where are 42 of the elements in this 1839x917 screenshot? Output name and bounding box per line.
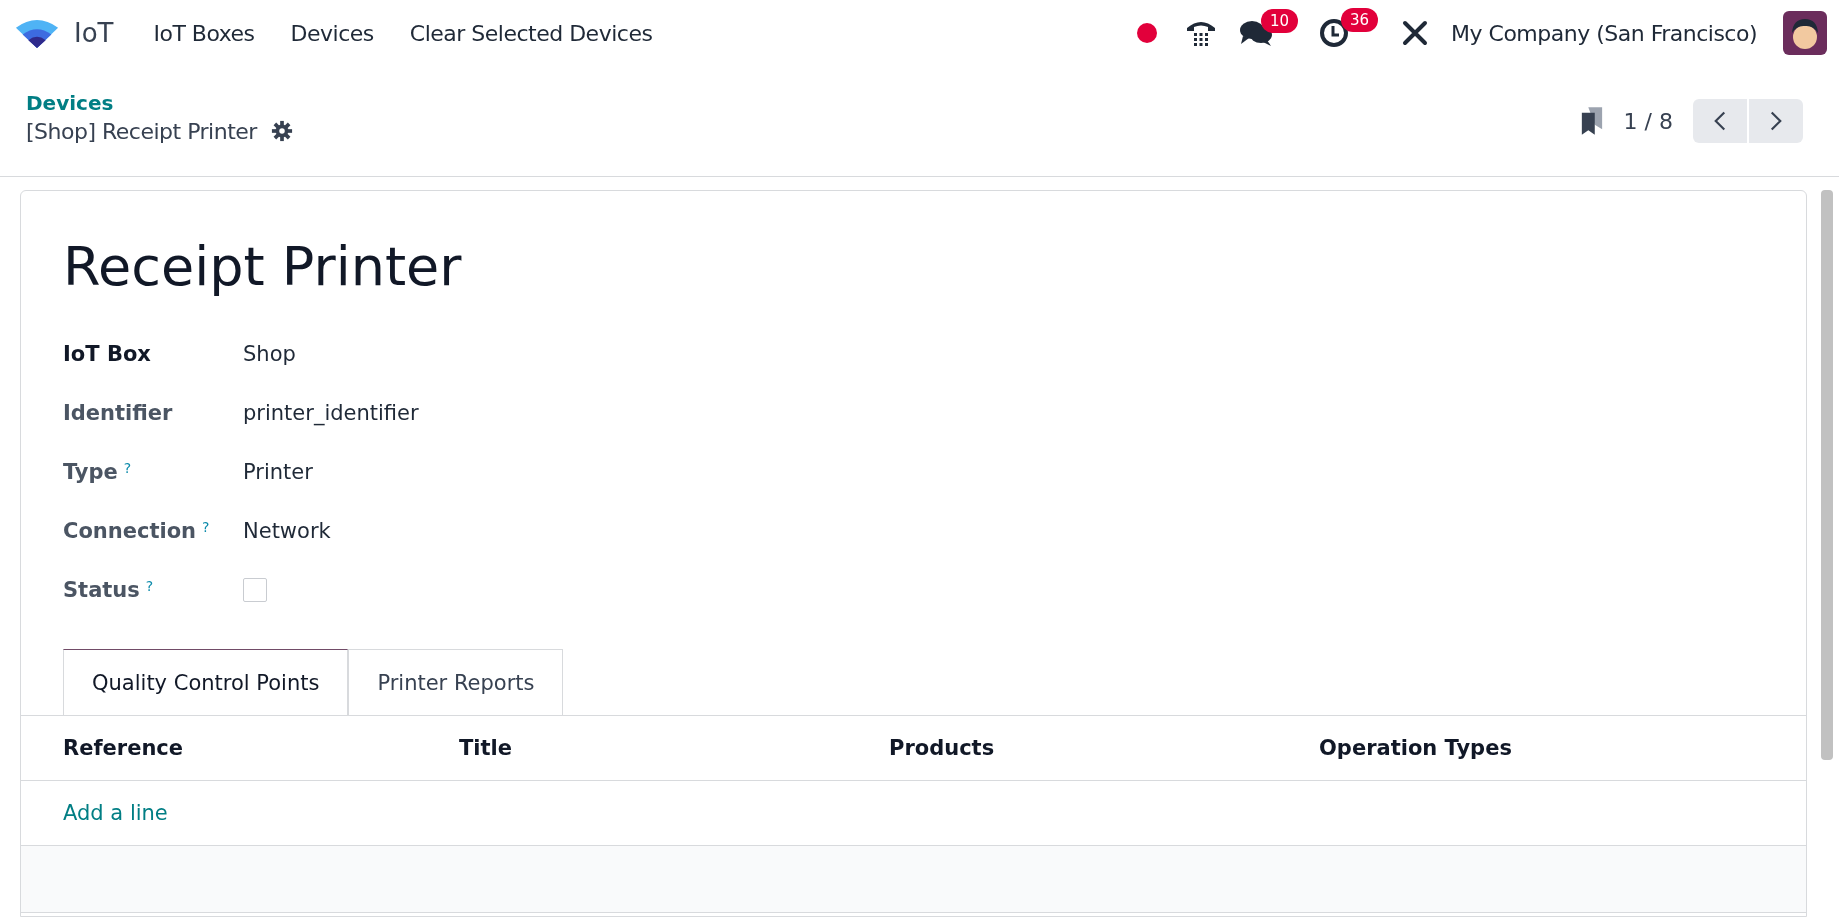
- field-label: IoT Box: [63, 341, 151, 366]
- field-value[interactable]: Shop: [243, 341, 296, 366]
- pager-value[interactable]: 1 / 8: [1623, 108, 1673, 134]
- help-tooltip-mark[interactable]: ?: [123, 459, 132, 476]
- company-switcher[interactable]: My Company (San Francisco): [1451, 20, 1757, 46]
- menu-item[interactable]: Clear Selected Devices: [391, 20, 671, 46]
- status-dot-icon[interactable]: [1137, 23, 1158, 43]
- scrollbar[interactable]: [1821, 190, 1833, 760]
- wifi-logo-icon[interactable]: [14, 17, 60, 49]
- chevron-left-icon: [1714, 110, 1726, 132]
- menu-item[interactable]: Devices: [272, 20, 392, 46]
- field-label: Status: [63, 577, 140, 602]
- field-label: Identifier: [63, 400, 173, 425]
- field-label: Type: [63, 459, 118, 484]
- field-value[interactable]: printer_identifier: [243, 400, 419, 425]
- help-tooltip-mark[interactable]: ?: [202, 518, 210, 535]
- breadcrumb-current: [Shop] Receipt Printer: [26, 118, 257, 144]
- status-checkbox[interactable]: [243, 577, 267, 602]
- column-header[interactable]: Title: [459, 736, 889, 760]
- activity-count-badge: 36: [1341, 8, 1379, 32]
- help-tooltip-mark[interactable]: ?: [145, 577, 154, 594]
- user-avatar[interactable]: [1783, 11, 1827, 55]
- breadcrumb-link[interactable]: Devices: [26, 90, 293, 115]
- message-count-badge: 10: [1261, 9, 1299, 33]
- column-header[interactable]: Operation Types: [1319, 736, 1806, 760]
- notebook-tab[interactable]: Quality Control Points: [63, 649, 349, 715]
- notebook-tab[interactable]: Printer Reports: [348, 649, 564, 715]
- bookmarks-icon[interactable]: [1579, 105, 1604, 137]
- add-line-link[interactable]: Add a line: [63, 801, 168, 825]
- clock-icon[interactable]: [1319, 18, 1350, 48]
- field-value[interactable]: Network: [243, 518, 331, 543]
- settings-icon[interactable]: [270, 120, 293, 142]
- chevron-right-icon: [1770, 110, 1782, 132]
- previous-button[interactable]: [1693, 99, 1747, 143]
- record-title: Receipt Printer: [63, 235, 463, 298]
- next-button[interactable]: [1749, 99, 1803, 143]
- column-header[interactable]: Products: [889, 736, 1319, 760]
- field-label: Connection: [63, 518, 197, 543]
- column-header[interactable]: Reference: [63, 736, 459, 760]
- field-value[interactable]: Printer: [243, 459, 313, 484]
- menu-item[interactable]: IoT Boxes: [135, 20, 273, 46]
- app-name[interactable]: IoT: [74, 18, 114, 48]
